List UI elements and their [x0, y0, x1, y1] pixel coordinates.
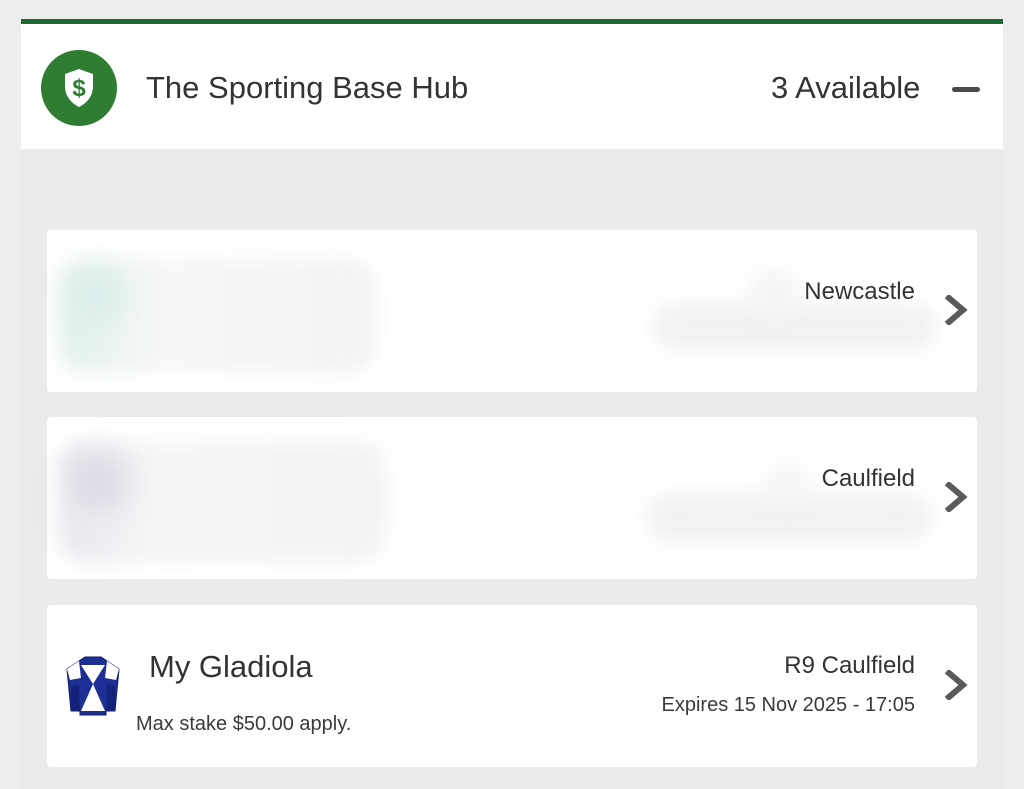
chevron-right-icon[interactable]: [943, 480, 969, 514]
redacted-content: [69, 452, 129, 512]
offer-card-caulfield[interactable]: Caulfield: [47, 417, 977, 579]
redacted-content: [652, 304, 938, 350]
collapse-button[interactable]: [946, 79, 986, 103]
available-count: 3 Available: [771, 70, 921, 105]
redacted-content: [749, 270, 801, 314]
chevron-right-svg: [944, 480, 968, 514]
shield-dollar-icon: $: [41, 50, 117, 126]
redacted-content: [766, 462, 808, 504]
redacted-content: [72, 268, 127, 323]
chevron-right-icon[interactable]: [943, 293, 969, 327]
offer-card-newcastle[interactable]: Newcastle: [47, 230, 977, 392]
hub-header[interactable]: $ The Sporting Base Hub 3 Available: [21, 19, 1003, 149]
race-location: R9 Caulfield: [784, 652, 915, 679]
page: $ The Sporting Base Hub 3 Available Newc…: [0, 0, 1024, 789]
expiry-text: Expires 15 Nov 2025 - 17:05: [661, 694, 916, 716]
svg-text:$: $: [72, 75, 86, 102]
sporting-base-hub-panel: $ The Sporting Base Hub 3 Available Newc…: [21, 19, 1003, 789]
max-stake-text: Max stake $50.00 apply.: [136, 713, 352, 735]
chevron-right-icon[interactable]: [943, 668, 969, 702]
jockey-silks-icon: [63, 653, 123, 717]
offer-card-my-gladiola[interactable]: My Gladiola Max stake $50.00 apply. R9 C…: [47, 605, 977, 767]
card-location: Newcastle: [804, 278, 915, 305]
chevron-right-svg: [944, 668, 968, 702]
chevron-right-svg: [944, 293, 968, 327]
hub-title: The Sporting Base Hub: [146, 70, 469, 105]
jockey-silks-svg: [66, 656, 120, 716]
shield-dollar-svg: $: [65, 69, 93, 107]
card-location: Caulfield: [821, 465, 915, 492]
runner-name: My Gladiola: [149, 649, 313, 684]
